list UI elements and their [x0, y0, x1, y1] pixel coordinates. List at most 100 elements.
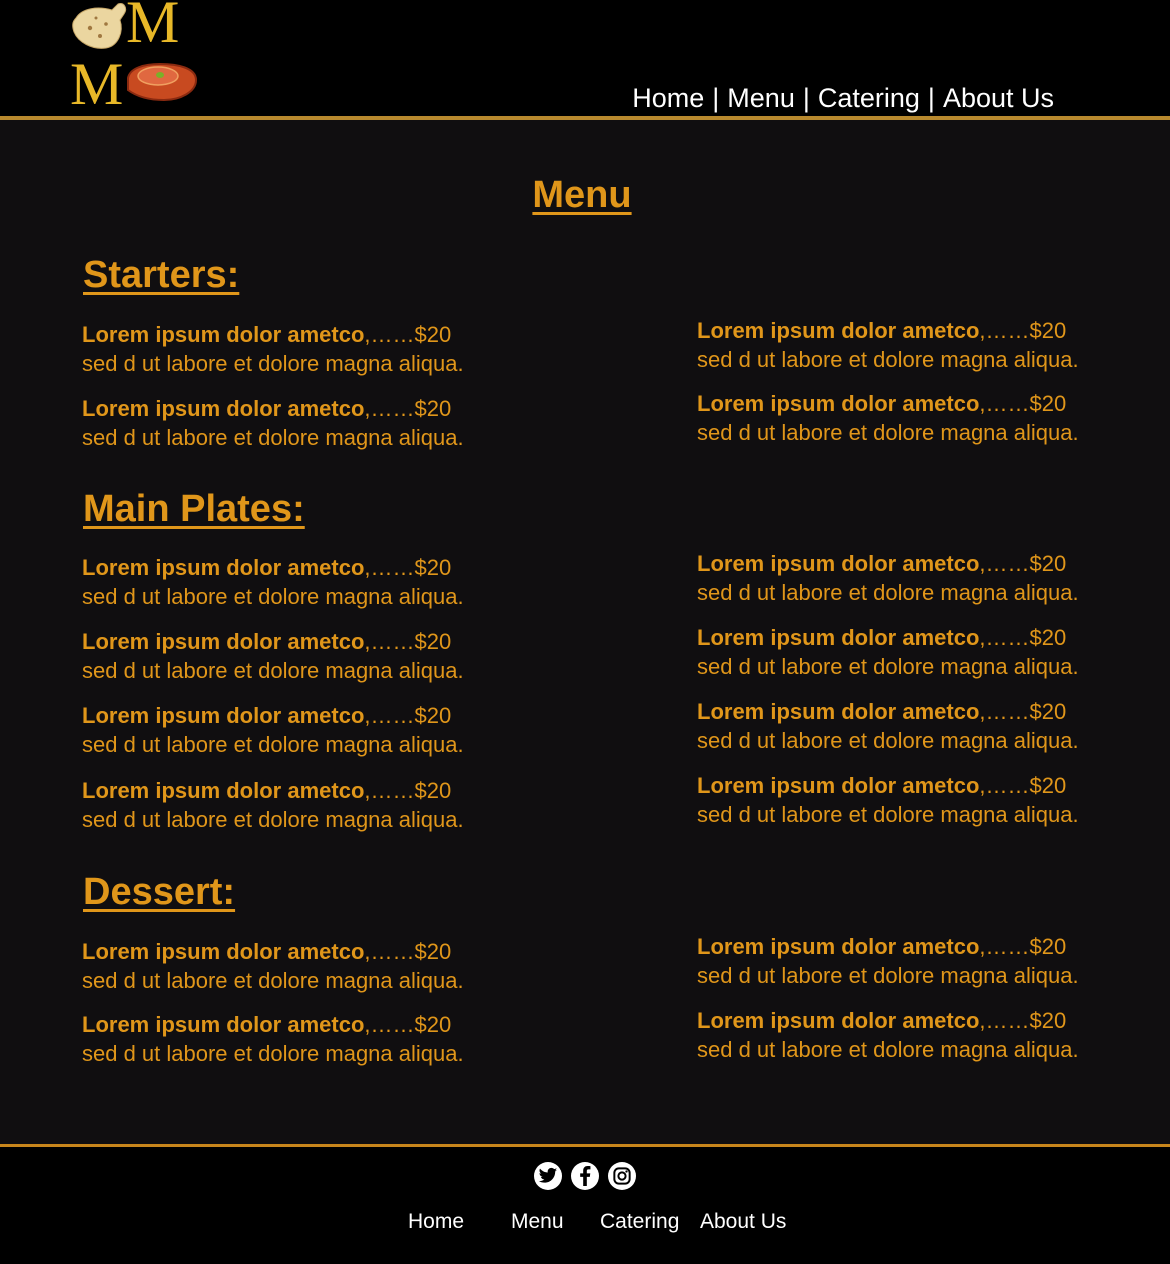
menu-item-price: ,……$20	[979, 699, 1067, 724]
menu-item-title: Lorem ipsum dolor ametco,……$20	[82, 394, 502, 423]
menu-item-description: sed d ut labore et dolore magna aliqua.	[697, 654, 1079, 679]
menu-item-price: ,……$20	[364, 939, 452, 964]
menu-item-title: Lorem ipsum dolor ametco,……$20	[82, 776, 502, 805]
menu-item-title: Lorem ipsum dolor ametco,……$20	[82, 1010, 502, 1039]
menu-item-name: Lorem ipsum dolor ametco	[697, 699, 980, 724]
logo-letter: M	[126, 0, 180, 55]
menu-item-price: ,……$20	[979, 934, 1067, 959]
menu-item-name: Lorem ipsum dolor ametco	[82, 322, 365, 347]
logo[interactable]: M M	[68, 0, 200, 117]
menu-item-price: ,……$20	[364, 322, 452, 347]
menu-item-title: Lorem ipsum dolor ametco,……$20	[82, 320, 502, 349]
menu-item-name: Lorem ipsum dolor ametco	[697, 391, 980, 416]
menu-item: Lorem ipsum dolor ametco,……$20 sed d ut l…	[697, 623, 1117, 681]
footer-nav-menu[interactable]: Menu	[511, 1210, 564, 1234]
menu-item-name: Lorem ipsum dolor ametco	[697, 318, 980, 343]
instagram-icon[interactable]	[608, 1162, 636, 1190]
menu-item: Lorem ipsum dolor ametco,……$20 sed d ut l…	[697, 549, 1117, 607]
menu-item-description: sed d ut labore et dolore magna aliqua.	[697, 347, 1079, 372]
menu-item-price: ,……$20	[364, 396, 452, 421]
menu-item-title: Lorem ipsum dolor ametco,……$20	[82, 627, 502, 656]
menu-item-description: sed d ut labore et dolore magna aliqua.	[697, 580, 1079, 605]
twitter-icon[interactable]	[534, 1162, 562, 1190]
menu-item-name: Lorem ipsum dolor ametco	[697, 773, 980, 798]
nav-about-us[interactable]: About Us	[943, 83, 1054, 113]
menu-item-title: Lorem ipsum dolor ametco,……$20	[82, 701, 502, 730]
menu-item-price: ,……$20	[364, 629, 452, 654]
menu-item-name: Lorem ipsum dolor ametco	[697, 625, 980, 650]
nav-separator: |	[802, 83, 810, 113]
menu-item-name: Lorem ipsum dolor ametco	[697, 1008, 980, 1033]
menu-item-name: Lorem ipsum dolor ametco	[82, 629, 365, 654]
header-divider	[0, 116, 1170, 120]
menu-item-title: Lorem ipsum dolor ametco,……$20	[82, 937, 502, 966]
facebook-icon[interactable]	[571, 1162, 599, 1190]
section-title-main-plates: Main Plates:	[83, 488, 305, 530]
nav-separator: |	[712, 83, 720, 113]
menu-item-title: Lorem ipsum dolor ametco,……$20	[697, 697, 1117, 726]
section-title-starters: Starters:	[83, 254, 240, 296]
menu-item-price: ,……$20	[364, 555, 452, 580]
menu-item-title: Lorem ipsum dolor ametco,……$20	[82, 553, 502, 582]
nav-home[interactable]: Home	[632, 83, 704, 113]
menu-item-name: Lorem ipsum dolor ametco	[697, 551, 980, 576]
menu-item-price: ,……$20	[364, 778, 452, 803]
page-title: Menu	[532, 174, 632, 216]
menu-item-title: Lorem ipsum dolor ametco,……$20	[697, 623, 1117, 652]
menu-item: Lorem ipsum dolor ametco,……$20 sed d ut l…	[697, 932, 1117, 990]
menu-item: Lorem ipsum dolor ametco,……$20 sed d ut l…	[697, 771, 1117, 829]
menu-item: Lorem ipsum dolor ametco,……$20 sed d ut l…	[697, 1006, 1117, 1064]
menu-item-title: Lorem ipsum dolor ametco,……$20	[697, 1006, 1117, 1035]
menu-item-description: sed d ut labore et dolore magna aliqua.	[82, 584, 464, 609]
menu-item-name: Lorem ipsum dolor ametco	[82, 555, 365, 580]
menu-item-title: Lorem ipsum dolor ametco,……$20	[697, 549, 1117, 578]
menu-item-description: sed d ut labore et dolore magna aliqua.	[697, 802, 1079, 827]
menu-item-title: Lorem ipsum dolor ametco,……$20	[697, 389, 1117, 418]
menu-item-description: sed d ut labore et dolore magna aliqua.	[697, 963, 1079, 988]
menu-item: Lorem ipsum dolor ametco,……$20 sed d ut l…	[82, 627, 502, 685]
menu-item-price: ,……$20	[364, 1012, 452, 1037]
menu-item-title: Lorem ipsum dolor ametco,……$20	[697, 316, 1117, 345]
menu-item-description: sed d ut labore et dolore magna aliqua.	[82, 1041, 464, 1066]
footer-nav-catering[interactable]: Catering	[600, 1210, 679, 1234]
menu-item: Lorem ipsum dolor ametco,……$20 sed d ut l…	[82, 320, 502, 378]
top-nav: Home | Menu | Catering | About Us	[632, 80, 1054, 116]
menu-item-description: sed d ut labore et dolore magna aliqua.	[697, 728, 1079, 753]
menu-item: Lorem ipsum dolor ametco,……$20 sed d ut l…	[82, 394, 502, 452]
menu-item-name: Lorem ipsum dolor ametco	[82, 1012, 365, 1037]
menu-item-description: sed d ut labore et dolore magna aliqua.	[82, 658, 464, 683]
menu-item-price: ,……$20	[979, 1008, 1067, 1033]
menu-item-description: sed d ut labore et dolore magna aliqua.	[82, 732, 464, 757]
menu-item: Lorem ipsum dolor ametco,……$20 sed d ut l…	[82, 776, 502, 834]
menu-item: Lorem ipsum dolor ametco,……$20 sed d ut l…	[697, 389, 1117, 447]
menu-item-description: sed d ut labore et dolore magna aliqua.	[82, 968, 464, 993]
menu-item-name: Lorem ipsum dolor ametco	[697, 934, 980, 959]
menu-item: Lorem ipsum dolor ametco,……$20 sed d ut l…	[697, 316, 1117, 374]
menu-item: Lorem ipsum dolor ametco,……$20 sed d ut l…	[82, 1010, 502, 1068]
menu-item-name: Lorem ipsum dolor ametco	[82, 703, 365, 728]
menu-item-description: sed d ut labore et dolore magna aliqua.	[697, 1037, 1079, 1062]
section-title-dessert: Dessert:	[83, 871, 236, 913]
menu-item-name: Lorem ipsum dolor ametco	[82, 778, 365, 803]
menu-item-price: ,……$20	[979, 625, 1067, 650]
site-header: M M Home | Menu | Catering | About Us	[0, 0, 1170, 116]
menu-item-title: Lorem ipsum dolor ametco,……$20	[697, 932, 1117, 961]
menu-item: Lorem ipsum dolor ametco,……$20 sed d ut l…	[82, 937, 502, 995]
menu-item-price: ,……$20	[979, 318, 1067, 343]
nav-separator: |	[927, 83, 935, 113]
menu-item-description: sed d ut labore et dolore magna aliqua.	[82, 351, 464, 376]
nav-menu[interactable]: Menu	[727, 83, 795, 113]
logo-letter: M	[70, 51, 124, 117]
menu-item: Lorem ipsum dolor ametco,……$20 sed d ut l…	[82, 701, 502, 759]
footer-nav-about-us[interactable]: About Us	[700, 1210, 786, 1234]
menu-item-name: Lorem ipsum dolor ametco	[82, 939, 365, 964]
menu-item-price: ,……$20	[979, 391, 1067, 416]
menu-item-name: Lorem ipsum dolor ametco	[82, 396, 365, 421]
menu-item-price: ,……$20	[364, 703, 452, 728]
menu-item-description: sed d ut labore et dolore magna aliqua.	[82, 425, 464, 450]
menu-item-title: Lorem ipsum dolor ametco,……$20	[697, 771, 1117, 800]
menu-item-price: ,……$20	[979, 551, 1067, 576]
footer-nav-home[interactable]: Home	[408, 1210, 464, 1234]
nav-catering[interactable]: Catering	[818, 83, 920, 113]
menu-item: Lorem ipsum dolor ametco,……$20 sed d ut l…	[82, 553, 502, 611]
